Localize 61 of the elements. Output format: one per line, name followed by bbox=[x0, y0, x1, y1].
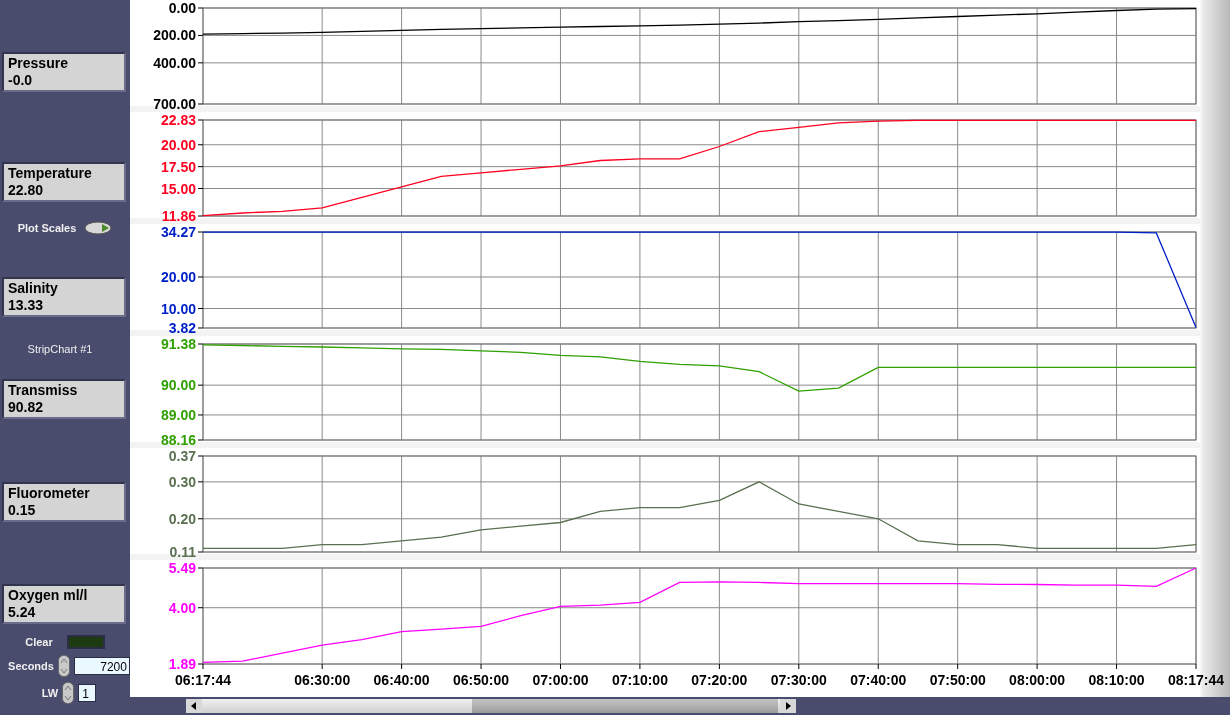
x-tick-label: 07:30:00 bbox=[770, 672, 827, 688]
toggle-switch-icon[interactable] bbox=[84, 221, 113, 235]
indicator-value: 90.82 bbox=[8, 399, 45, 416]
spinner-icon[interactable] bbox=[57, 655, 70, 677]
y-tick-label: 400.00 bbox=[153, 54, 196, 71]
indicator-label: Fluorometer bbox=[8, 485, 91, 502]
y-tick-label: 89.00 bbox=[160, 406, 196, 423]
y-tick-label: 200.00 bbox=[153, 27, 196, 44]
indicator-label: Pressure bbox=[8, 55, 69, 72]
numeric-field[interactable]: 1 bbox=[78, 684, 97, 702]
numeric-label: Seconds bbox=[8, 660, 54, 672]
y-tick-label: 5.49 bbox=[168, 560, 196, 576]
y-tick-label: 34.27 bbox=[160, 224, 196, 240]
y-tick-label: 10.00 bbox=[160, 300, 196, 317]
y-tick-label: 17.50 bbox=[160, 158, 196, 175]
x-tick-label: 07:50:00 bbox=[929, 672, 986, 688]
indicator-label: Salinity bbox=[8, 280, 59, 297]
x-tick-label: 07:00:00 bbox=[532, 672, 589, 688]
indicator-value: 22.80 bbox=[8, 182, 45, 199]
y-tick-label: 1.89 bbox=[168, 656, 196, 672]
y-tick-label: 88.16 bbox=[160, 432, 196, 448]
x-tick-label: 07:20:00 bbox=[691, 672, 748, 688]
y-tick-label: 20.00 bbox=[160, 269, 196, 285]
x-tick-label: 08:00:00 bbox=[1009, 672, 1066, 688]
clear-label: Clear bbox=[25, 636, 53, 648]
x-tick-label: 06:50:00 bbox=[453, 672, 510, 688]
numeric-label: LW bbox=[41, 687, 59, 699]
y-tick-label: 0.00 bbox=[168, 0, 196, 16]
y-tick-label: 20.00 bbox=[160, 136, 196, 153]
y-tick-label: 11.86 bbox=[161, 208, 196, 224]
indicator-value: 5.24 bbox=[8, 604, 37, 621]
scrollbar-thumb[interactable] bbox=[472, 699, 778, 713]
x-tick-label: 06:40:00 bbox=[373, 672, 430, 688]
indicator-value: 13.33 bbox=[8, 297, 45, 314]
y-tick-label: 0.30 bbox=[168, 473, 196, 490]
y-tick-label: 0.11 bbox=[169, 544, 196, 560]
x-tick-label: 07:10:00 bbox=[611, 672, 668, 688]
chart-caption: StripChart #1 bbox=[27, 343, 93, 355]
toggle-label: Plot Scales bbox=[17, 222, 77, 234]
y-tick-label: 700.00 bbox=[153, 96, 196, 112]
x-tick-label: 06:17:44 bbox=[175, 672, 231, 688]
numeric-field[interactable]: 7200 bbox=[73, 657, 130, 675]
x-tick-label: 06:30:00 bbox=[294, 672, 351, 688]
y-tick-label: 3.82 bbox=[168, 320, 196, 336]
y-tick-label: 22.83 bbox=[160, 112, 196, 128]
y-tick-label: 90.00 bbox=[160, 377, 196, 394]
y-tick-label: 15.00 bbox=[160, 180, 196, 197]
indicator-value: -0.0 bbox=[8, 72, 34, 89]
y-tick-label: 0.20 bbox=[168, 510, 196, 527]
horizontal-scrollbar[interactable] bbox=[186, 699, 796, 713]
y-tick-label: 0.37 bbox=[168, 448, 196, 464]
indicator-label: Temperature bbox=[8, 165, 93, 182]
x-tick-label: 08:17:44 bbox=[1168, 672, 1224, 688]
x-tick-label: 07:40:00 bbox=[850, 672, 907, 688]
y-tick-label: 91.38 bbox=[160, 336, 196, 352]
indicator-label: Transmiss bbox=[8, 382, 79, 399]
indicator-value: 0.15 bbox=[8, 502, 37, 519]
y-tick-label: 4.00 bbox=[168, 599, 196, 616]
indicator-label: Oxygen ml/l bbox=[8, 587, 89, 604]
spinner-icon[interactable] bbox=[62, 682, 75, 704]
x-tick-label: 08:10:00 bbox=[1088, 672, 1145, 688]
